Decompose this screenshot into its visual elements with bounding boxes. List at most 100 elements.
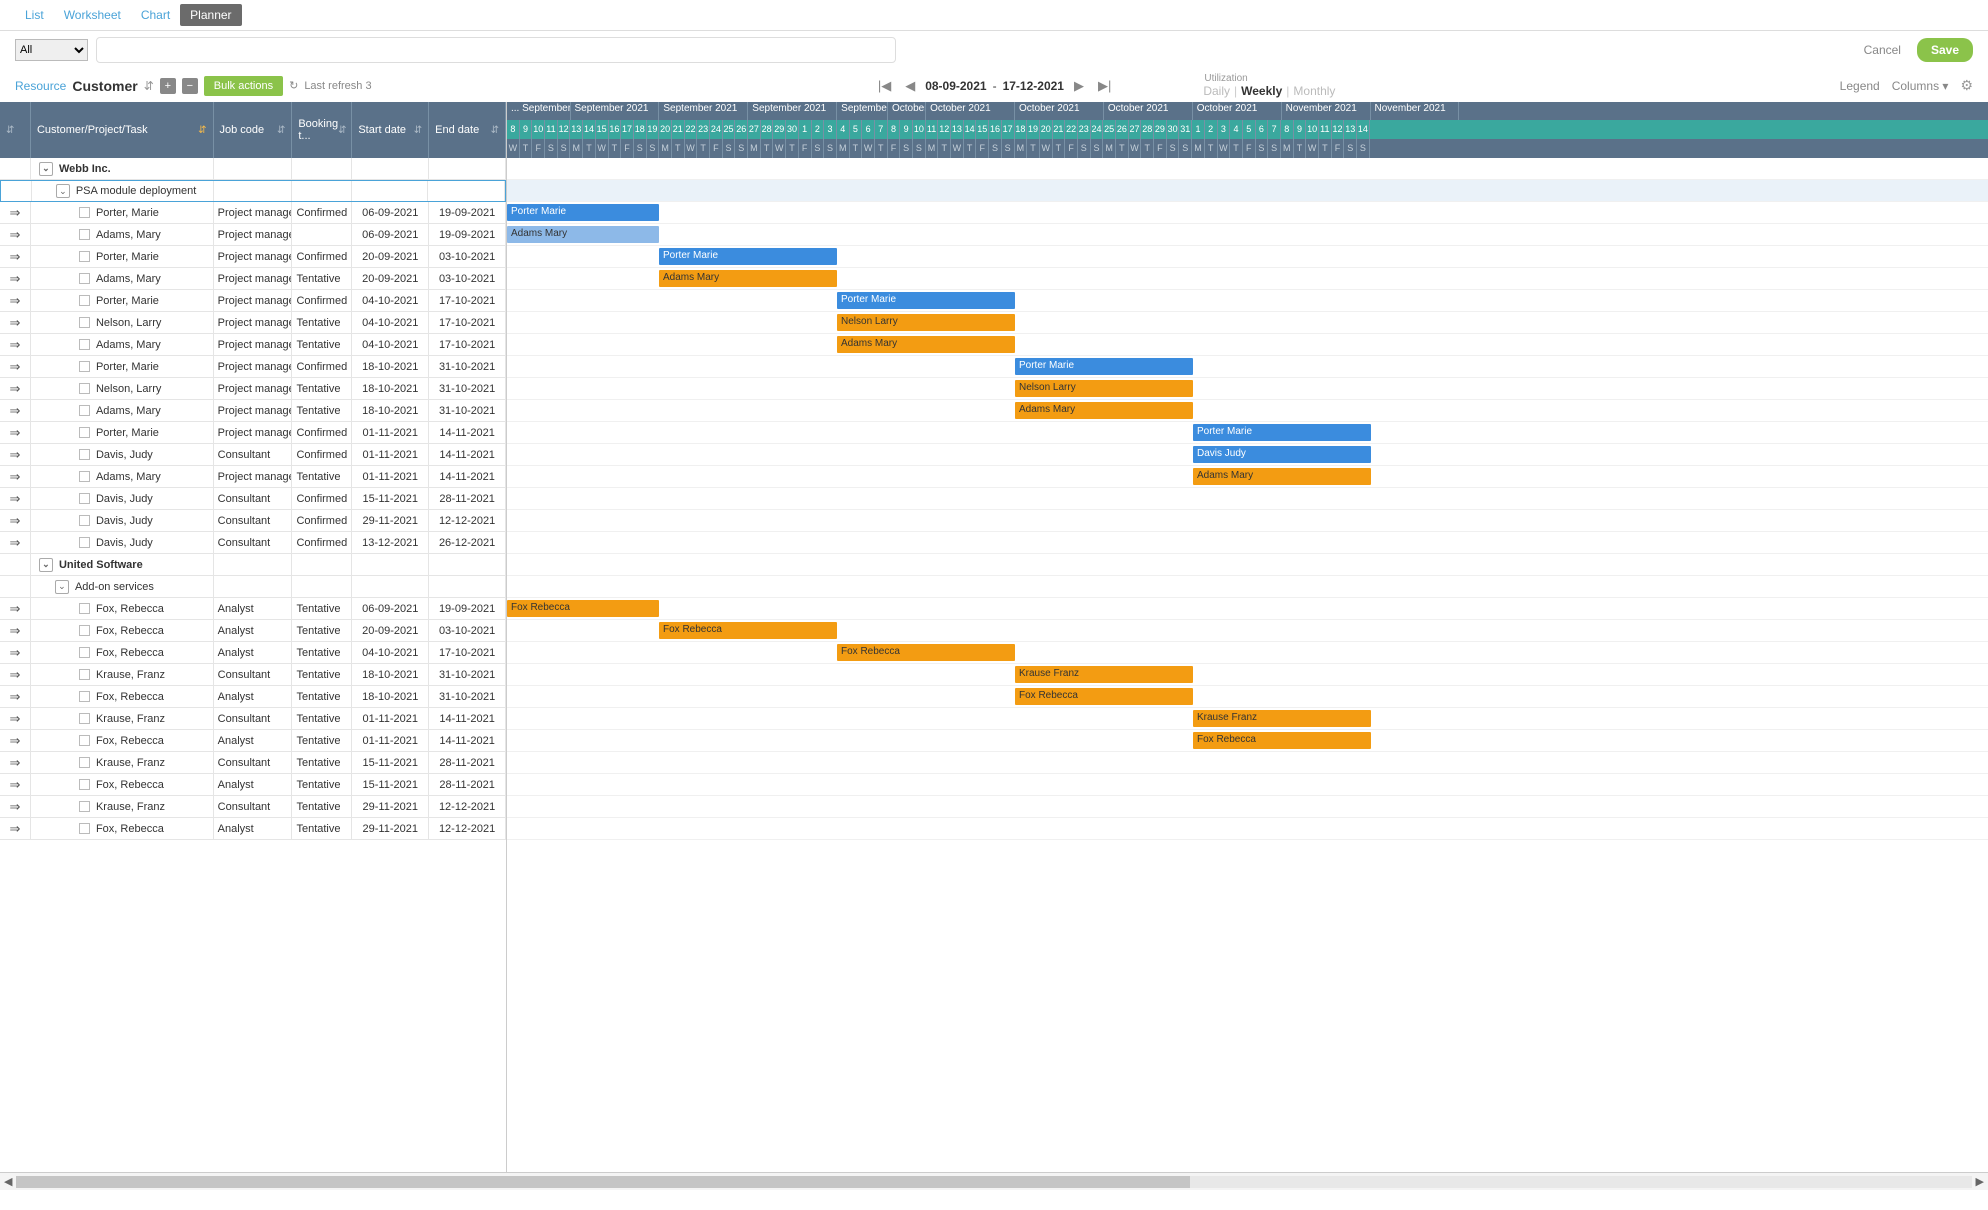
row-name-cell[interactable]: Davis, Judy [31, 444, 214, 465]
gear-icon[interactable]: ⚙ [1960, 77, 1973, 94]
toggle-icon[interactable]: ⌄ [55, 580, 69, 594]
timeline-row[interactable]: Fox Rebecca [507, 598, 1988, 620]
gantt-bar[interactable]: Porter Marie [507, 204, 659, 221]
row-name-cell[interactable]: ⌄United Software [31, 554, 214, 575]
row-arrow-cell[interactable]: ⇒ [0, 598, 31, 619]
row-name-cell[interactable]: ⌄Add-on services [31, 576, 214, 597]
row-arrow-icon[interactable]: ⇒ [10, 359, 21, 375]
row-arrow-cell[interactable]: ⇒ [0, 708, 31, 729]
row-arrow-cell[interactable]: ⇒ [0, 774, 31, 795]
row-name-cell[interactable]: Fox, Rebecca [31, 620, 214, 641]
row-arrow-icon[interactable]: ⇒ [10, 403, 21, 419]
grid-row[interactable]: ⇒Davis, JudyConsultantConfirmed29-11-202… [0, 510, 506, 532]
row-arrow-cell[interactable]: ⇒ [0, 268, 31, 289]
row-arrow-cell[interactable]: ⇒ [0, 532, 31, 553]
row-checkbox[interactable] [79, 713, 90, 724]
grid-row[interactable]: ⌄Webb Inc. [0, 158, 506, 180]
grid-row[interactable]: ⇒Adams, MaryProject managerTentative04-1… [0, 334, 506, 356]
tab-chart[interactable]: Chart [131, 4, 180, 26]
row-name-cell[interactable]: Krause, Franz [31, 752, 214, 773]
row-checkbox[interactable] [79, 801, 90, 812]
row-checkbox[interactable] [79, 823, 90, 834]
grid-row[interactable]: ⇒Davis, JudyConsultantConfirmed01-11-202… [0, 444, 506, 466]
gantt-bar[interactable]: Nelson Larry [1015, 380, 1193, 397]
cancel-button[interactable]: Cancel [1856, 39, 1909, 61]
timeline-row[interactable]: Davis Judy [507, 444, 1988, 466]
scroll-thumb[interactable] [16, 1176, 1189, 1188]
save-button[interactable]: Save [1917, 38, 1973, 62]
row-checkbox[interactable] [79, 339, 90, 350]
row-checkbox[interactable] [79, 273, 90, 284]
grid-row[interactable]: ⌄United Software [0, 554, 506, 576]
timeline-row[interactable]: Fox Rebecca [507, 686, 1988, 708]
gantt-bar[interactable]: Adams Mary [1193, 468, 1371, 485]
gantt-bar[interactable]: Adams Mary [659, 270, 837, 287]
row-checkbox[interactable] [79, 691, 90, 702]
row-arrow-cell[interactable]: ⇒ [0, 246, 31, 267]
row-name-cell[interactable]: Adams, Mary [31, 466, 214, 487]
grid-row[interactable]: ⌄PSA module deployment [0, 180, 506, 202]
row-name-cell[interactable]: Fox, Rebecca [31, 818, 214, 839]
row-arrow-icon[interactable]: ⇒ [10, 623, 21, 639]
row-arrow-cell[interactable]: ⇒ [0, 400, 31, 421]
row-name-cell[interactable]: Krause, Franz [31, 708, 214, 729]
grid-row[interactable]: ⇒Porter, MarieProject managerConfirmed20… [0, 246, 506, 268]
view-daily[interactable]: Daily [1201, 84, 1232, 98]
row-name-cell[interactable]: Adams, Mary [31, 334, 214, 355]
row-arrow-cell[interactable] [0, 554, 31, 575]
timeline-row[interactable]: Porter Marie [507, 356, 1988, 378]
row-checkbox[interactable] [79, 647, 90, 658]
row-arrow-icon[interactable]: ⇒ [10, 777, 21, 793]
row-arrow-cell[interactable]: ⇒ [0, 488, 31, 509]
gantt-bar[interactable]: Porter Marie [1015, 358, 1193, 375]
row-arrow-cell[interactable]: ⇒ [0, 510, 31, 531]
row-arrow-cell[interactable]: ⇒ [0, 202, 31, 223]
timeline-row[interactable]: Porter Marie [507, 290, 1988, 312]
grid-row[interactable]: ⇒Fox, RebeccaAnalystTentative06-09-20211… [0, 598, 506, 620]
row-name-cell[interactable]: Porter, Marie [31, 290, 214, 311]
row-checkbox[interactable] [79, 515, 90, 526]
row-arrow-cell[interactable]: ⇒ [0, 664, 31, 685]
gantt-bar[interactable]: Davis Judy [1193, 446, 1371, 463]
row-arrow-icon[interactable]: ⇒ [10, 227, 21, 243]
row-arrow-cell[interactable]: ⇒ [0, 796, 31, 817]
row-arrow-cell[interactable]: ⇒ [0, 224, 31, 245]
grid-row[interactable]: ⇒Porter, MarieProject managerConfirmed01… [0, 422, 506, 444]
grid-row[interactable]: ⇒Krause, FranzConsultantTentative18-10-2… [0, 664, 506, 686]
row-arrow-icon[interactable]: ⇒ [10, 447, 21, 463]
timeline-row[interactable]: Adams Mary [507, 400, 1988, 422]
row-name-cell[interactable]: Adams, Mary [31, 400, 214, 421]
timeline-row[interactable]: Nelson Larry [507, 312, 1988, 334]
row-arrow-cell[interactable]: ⇒ [0, 642, 31, 663]
row-arrow-cell[interactable]: ⇒ [0, 422, 31, 443]
resource-label[interactable]: Resource [15, 79, 66, 93]
row-arrow-cell[interactable]: ⇒ [0, 444, 31, 465]
row-name-cell[interactable]: Porter, Marie [31, 246, 214, 267]
add-button[interactable]: + [160, 78, 176, 94]
sort-toggle-icon[interactable]: ⇵ [144, 79, 154, 93]
timeline-row[interactable]: Adams Mary [507, 466, 1988, 488]
grid-row[interactable]: ⌄Add-on services [0, 576, 506, 598]
row-checkbox[interactable] [79, 207, 90, 218]
row-checkbox[interactable] [79, 295, 90, 306]
timeline-row[interactable]: Fox Rebecca [507, 620, 1988, 642]
row-arrow-icon[interactable]: ⇒ [10, 755, 21, 771]
row-name-cell[interactable]: Fox, Rebecca [31, 774, 214, 795]
row-arrow-icon[interactable]: ⇒ [10, 667, 21, 683]
row-name-cell[interactable]: Davis, Judy [31, 488, 214, 509]
row-arrow-icon[interactable]: ⇒ [10, 249, 21, 265]
timeline-row[interactable] [507, 488, 1988, 510]
row-arrow-cell[interactable]: ⇒ [0, 356, 31, 377]
grid-row[interactable]: ⇒Fox, RebeccaAnalystTentative01-11-20211… [0, 730, 506, 752]
row-checkbox[interactable] [79, 537, 90, 548]
nav-next-icon[interactable]: ▶ [1070, 78, 1088, 94]
row-arrow-cell[interactable]: ⇒ [0, 334, 31, 355]
row-arrow-cell[interactable]: ⇒ [0, 312, 31, 333]
gantt-bar[interactable]: Porter Marie [659, 248, 837, 265]
col-expand[interactable]: ⇵ [0, 102, 31, 158]
col-booking[interactable]: Booking t...⇵ [292, 102, 352, 158]
col-end[interactable]: End date⇵ [429, 102, 506, 158]
row-arrow-icon[interactable]: ⇒ [10, 469, 21, 485]
grid-row[interactable]: ⇒Fox, RebeccaAnalystTentative20-09-20210… [0, 620, 506, 642]
timeline-row[interactable]: Nelson Larry [507, 378, 1988, 400]
